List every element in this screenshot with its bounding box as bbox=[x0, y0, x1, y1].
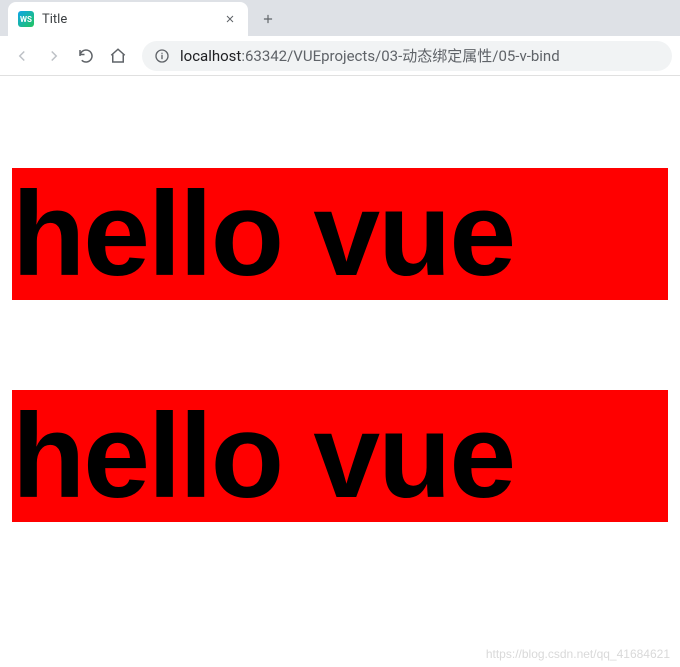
url-path: :63342/VUEprojects/03-动态绑定属性/05-v-bind bbox=[241, 47, 559, 65]
browser-toolbar: localhost:63342/VUEprojects/03-动态绑定属性/05… bbox=[0, 36, 680, 76]
site-info-icon[interactable] bbox=[154, 48, 170, 64]
back-button[interactable] bbox=[8, 42, 36, 70]
home-button[interactable] bbox=[104, 42, 132, 70]
webstorm-favicon: WS bbox=[18, 11, 34, 27]
watermark: https://blog.csdn.net/qq_41684621 bbox=[486, 647, 670, 661]
browser-tab[interactable]: WS Title bbox=[8, 2, 248, 36]
reload-button[interactable] bbox=[72, 42, 100, 70]
new-tab-button[interactable] bbox=[254, 5, 282, 33]
heading-1: hello vue bbox=[12, 168, 668, 300]
forward-button[interactable] bbox=[40, 42, 68, 70]
close-tab-button[interactable] bbox=[222, 11, 238, 27]
tab-title: Title bbox=[42, 12, 214, 27]
heading-2: hello vue bbox=[12, 390, 668, 522]
page-content: hello vue hello vue bbox=[0, 156, 680, 624]
tab-strip: WS Title bbox=[0, 0, 680, 36]
url-host: localhost bbox=[180, 47, 241, 65]
url-text: localhost:63342/VUEprojects/03-动态绑定属性/05… bbox=[180, 45, 560, 66]
address-bar[interactable]: localhost:63342/VUEprojects/03-动态绑定属性/05… bbox=[142, 41, 672, 71]
